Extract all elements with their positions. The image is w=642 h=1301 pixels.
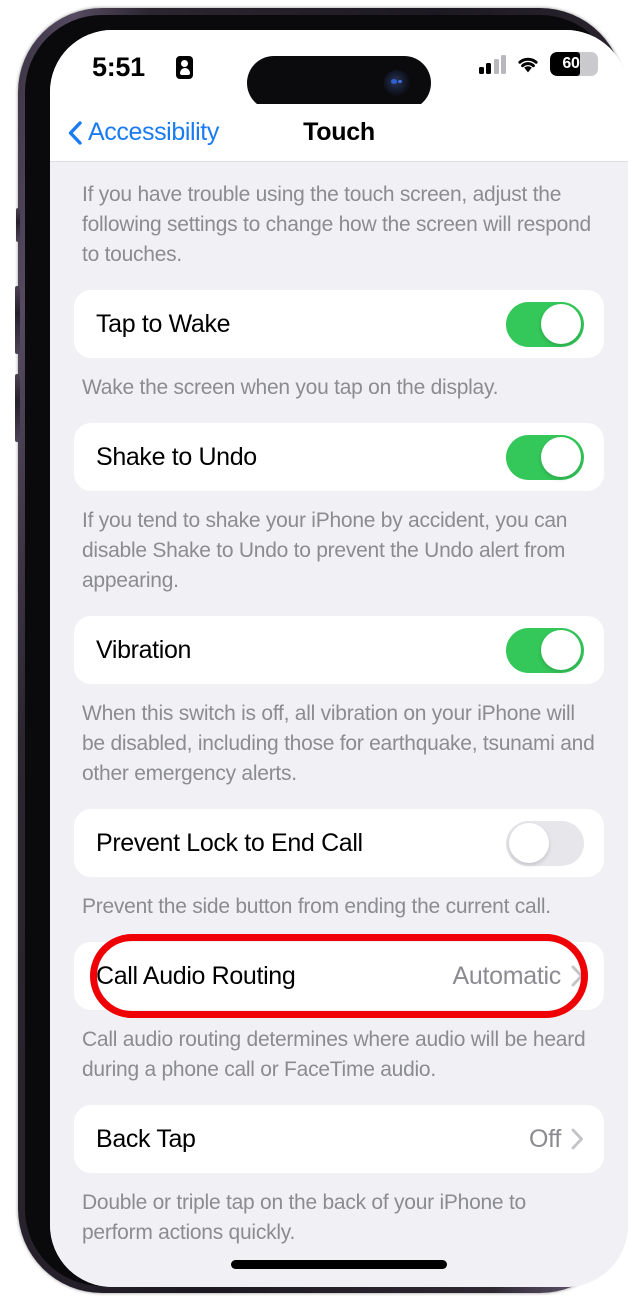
footer-prevent-lock-to-end-call: Prevent the side button from ending the … xyxy=(82,895,551,918)
setting-row-back-tap[interactable]: Back Tap Off xyxy=(74,1105,604,1173)
privacy-lock-icon xyxy=(176,56,193,79)
back-button-label: Accessibility xyxy=(88,118,219,146)
setting-row-prevent-lock-to-end-call[interactable]: Prevent Lock to End Call xyxy=(74,809,604,877)
navigation-bar: Accessibility Touch xyxy=(50,104,628,162)
intro-description: If you have trouble using the touch scre… xyxy=(82,183,591,266)
toggle-prevent-lock-to-end-call[interactable] xyxy=(506,820,584,866)
setting-value: Automatic xyxy=(452,961,562,990)
dynamic-island xyxy=(247,56,431,110)
footer-back-tap: Double or triple tap on the back of your… xyxy=(82,1191,526,1244)
footer-tap-to-wake: Wake the screen when you tap on the disp… xyxy=(82,376,499,399)
setting-label: Call Audio Routing xyxy=(96,961,296,990)
setting-label: Shake to Undo xyxy=(96,442,257,471)
back-button[interactable]: Accessibility xyxy=(68,118,219,147)
footer-call-audio-routing: Call audio routing determines where audi… xyxy=(82,1028,586,1081)
setting-label: Tap to Wake xyxy=(96,309,231,338)
toggle-vibration[interactable] xyxy=(506,627,584,673)
phone-screen: 5:51 60 Accessibility Touch If you have … xyxy=(50,30,628,1287)
setting-card-prevent-lock-to-end-call: Prevent Lock to End Call xyxy=(74,809,604,877)
setting-row-call-audio-routing[interactable]: Call Audio Routing Automatic xyxy=(74,942,604,1010)
setting-card-call-audio-routing: Call Audio Routing Automatic xyxy=(74,934,604,1018)
volume-down-button[interactable] xyxy=(15,374,20,442)
footer-shake-to-undo: If you tend to shake your iPhone by acci… xyxy=(82,509,568,592)
home-indicator[interactable] xyxy=(231,1260,447,1269)
chevron-right-icon xyxy=(571,1128,583,1150)
chevron-right-icon xyxy=(571,965,583,987)
volume-up-button[interactable] xyxy=(15,286,20,354)
phone-frame: 5:51 60 Accessibility Touch If you have … xyxy=(15,8,628,1293)
silent-switch-button[interactable] xyxy=(16,208,20,242)
battery-icon: 60 xyxy=(550,52,598,76)
toggle-tap-to-wake[interactable] xyxy=(506,301,584,347)
setting-row-tap-to-wake[interactable]: Tap to Wake xyxy=(74,290,604,358)
setting-card-shake-to-undo: Shake to Undo xyxy=(74,423,604,491)
status-bar: 5:51 60 xyxy=(50,30,628,110)
cellular-signal-icon xyxy=(478,54,506,74)
battery-level-text: 60 xyxy=(562,55,580,72)
setting-card-back-tap: Back Tap Off xyxy=(74,1105,604,1173)
setting-row-vibration[interactable]: Vibration xyxy=(74,616,604,684)
wifi-icon xyxy=(518,57,538,73)
status-indicators: 60 xyxy=(478,52,598,76)
setting-label: Back Tap xyxy=(96,1124,196,1153)
chevron-left-icon xyxy=(68,120,82,145)
front-camera-icon xyxy=(384,70,410,96)
setting-row-shake-to-undo[interactable]: Shake to Undo xyxy=(74,423,604,491)
toggle-shake-to-undo[interactable] xyxy=(506,434,584,480)
setting-card-vibration: Vibration xyxy=(74,616,604,684)
setting-card-tap-to-wake: Tap to Wake xyxy=(74,290,604,358)
status-time: 5:51 xyxy=(92,52,145,82)
setting-label: Prevent Lock to End Call xyxy=(96,828,363,857)
settings-list[interactable]: If you have trouble using the touch scre… xyxy=(50,162,628,1287)
setting-label: Vibration xyxy=(96,635,192,664)
setting-value: Off xyxy=(529,1124,561,1153)
footer-vibration: When this switch is off, all vibration o… xyxy=(82,702,595,785)
